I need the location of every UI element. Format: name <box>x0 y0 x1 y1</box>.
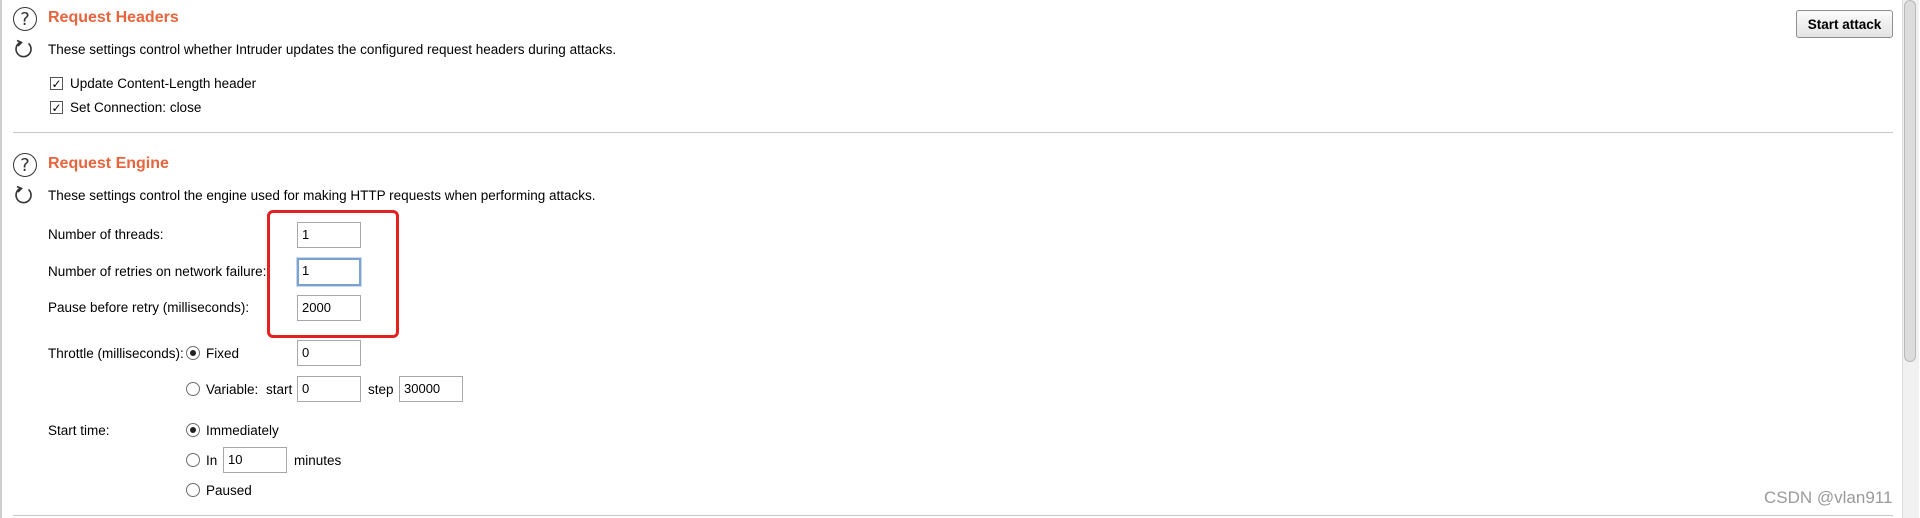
pause-label: Pause before retry (milliseconds): <box>48 300 250 315</box>
help-icon[interactable]: ? <box>13 7 37 31</box>
section-divider <box>13 515 1893 516</box>
throttle-step-input[interactable]: 30000 <box>399 376 463 402</box>
start-in-input[interactable]: 10 <box>223 447 287 473</box>
refresh-icon[interactable] <box>13 38 35 63</box>
set-connection-close-label: Set Connection: close <box>70 100 202 115</box>
help-icon[interactable]: ? <box>13 153 37 177</box>
request-engine-description: These settings control the engine used f… <box>48 188 596 203</box>
threads-label: Number of threads: <box>48 227 164 242</box>
start-in-label: In <box>206 453 218 468</box>
throttle-label: Throttle (milliseconds): <box>48 346 184 361</box>
start-attack-button[interactable]: Start attack <box>1796 10 1893 38</box>
throttle-fixed-radio[interactable] <box>186 346 200 360</box>
throttle-fixed-label: Fixed <box>206 346 240 361</box>
retries-label: Number of retries on network failure: <box>48 264 267 279</box>
start-immediately-radio[interactable] <box>186 423 200 437</box>
scrollbar-thumb[interactable] <box>1904 0 1916 362</box>
throttle-step-label: step <box>368 382 394 397</box>
throttle-start-label: start <box>266 382 293 397</box>
minutes-label: minutes <box>294 453 342 468</box>
set-connection-close-checkbox[interactable]: ✓ <box>50 101 63 114</box>
start-paused-label: Paused <box>206 483 252 498</box>
request-engine-title: Request Engine <box>48 155 169 172</box>
section-divider <box>13 132 1893 133</box>
update-content-length-label: Update Content-Length header <box>70 76 257 91</box>
throttle-variable-label: Variable: <box>206 382 259 397</box>
throttle-fixed-input[interactable]: 0 <box>297 340 361 366</box>
request-headers-description: These settings control whether Intruder … <box>48 42 617 57</box>
update-content-length-checkbox[interactable]: ✓ <box>50 77 63 90</box>
left-frame-border <box>0 0 2 518</box>
throttle-variable-radio[interactable] <box>186 382 200 396</box>
start-time-label: Start time: <box>48 423 110 438</box>
start-paused-radio[interactable] <box>186 483 200 497</box>
start-in-radio[interactable] <box>186 453 200 467</box>
refresh-icon[interactable] <box>13 184 35 209</box>
throttle-start-input[interactable]: 0 <box>297 376 361 402</box>
highlight-box <box>267 210 399 338</box>
request-headers-title: Request Headers <box>48 9 179 26</box>
start-immediately-label: Immediately <box>206 423 279 438</box>
watermark: CSDN @vlan911 <box>1764 488 1893 507</box>
